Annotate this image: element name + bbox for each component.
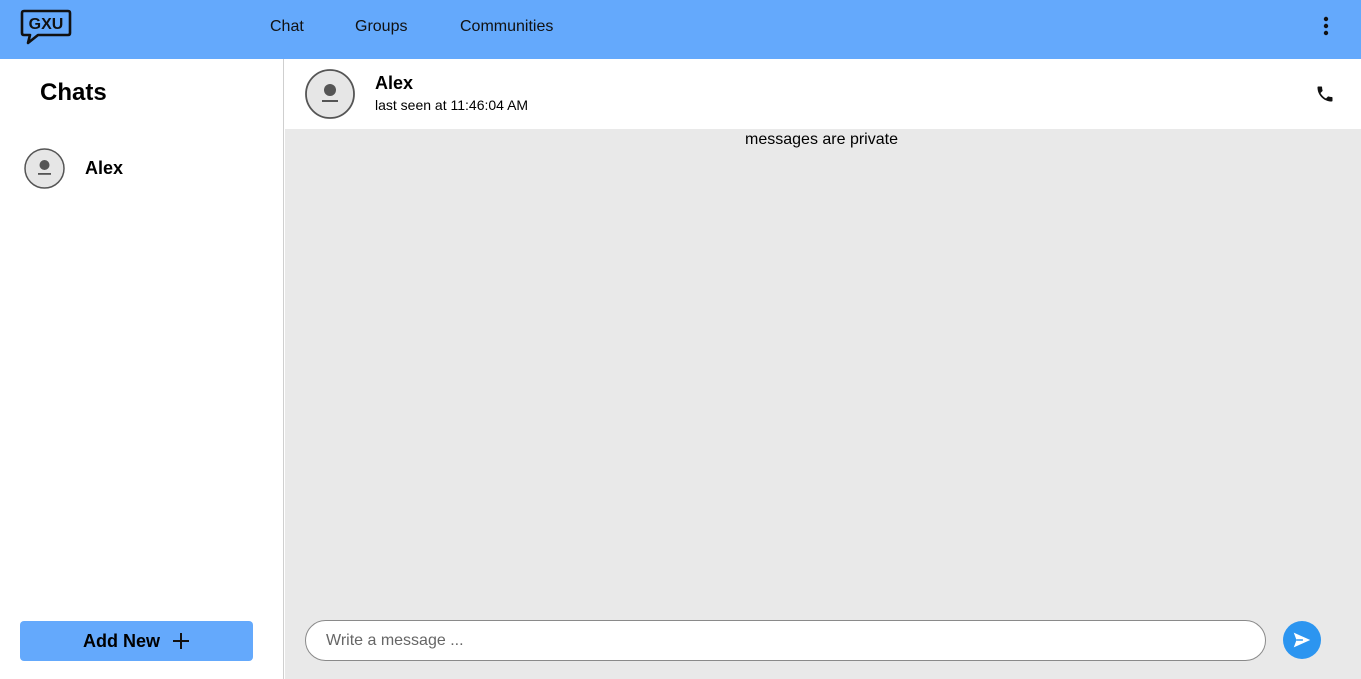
add-new-label: Add New	[82, 630, 160, 651]
gxu-logo[interactable]: GXU	[20, 8, 72, 46]
kebab-menu-icon[interactable]	[1314, 14, 1338, 38]
contact-avatar-icon[interactable]	[305, 69, 355, 119]
plus-icon	[173, 633, 189, 649]
privacy-note: messages are private	[745, 131, 898, 148]
add-new-button[interactable]: Add New	[20, 621, 253, 661]
messages-area: messages are private	[285, 129, 1361, 679]
chat-item-name: Alex	[85, 157, 124, 178]
message-input[interactable]	[305, 620, 1266, 661]
chat-list-item[interactable]: Alex	[20, 143, 264, 193]
nav-groups[interactable]: Groups	[355, 0, 407, 53]
send-button[interactable]	[1283, 621, 1321, 659]
user-avatar-icon	[24, 147, 65, 189]
send-icon	[1293, 632, 1311, 648]
logo-text: GXU	[29, 16, 64, 33]
nav-chat[interactable]: Chat	[270, 0, 304, 53]
chats-sidebar: Chats Alex Add New	[0, 59, 284, 679]
conversation-header: Alex last seen at 11:46:04 AM	[285, 59, 1361, 129]
last-seen-status: last seen at 11:46:04 AM	[375, 97, 529, 113]
phone-icon[interactable]	[1315, 84, 1335, 104]
sidebar-title: Chats	[40, 79, 107, 106]
nav-communities[interactable]: Communities	[460, 0, 553, 53]
top-bar: GXU Chat Groups Communities	[0, 0, 1361, 59]
contact-name: Alex	[375, 73, 414, 93]
